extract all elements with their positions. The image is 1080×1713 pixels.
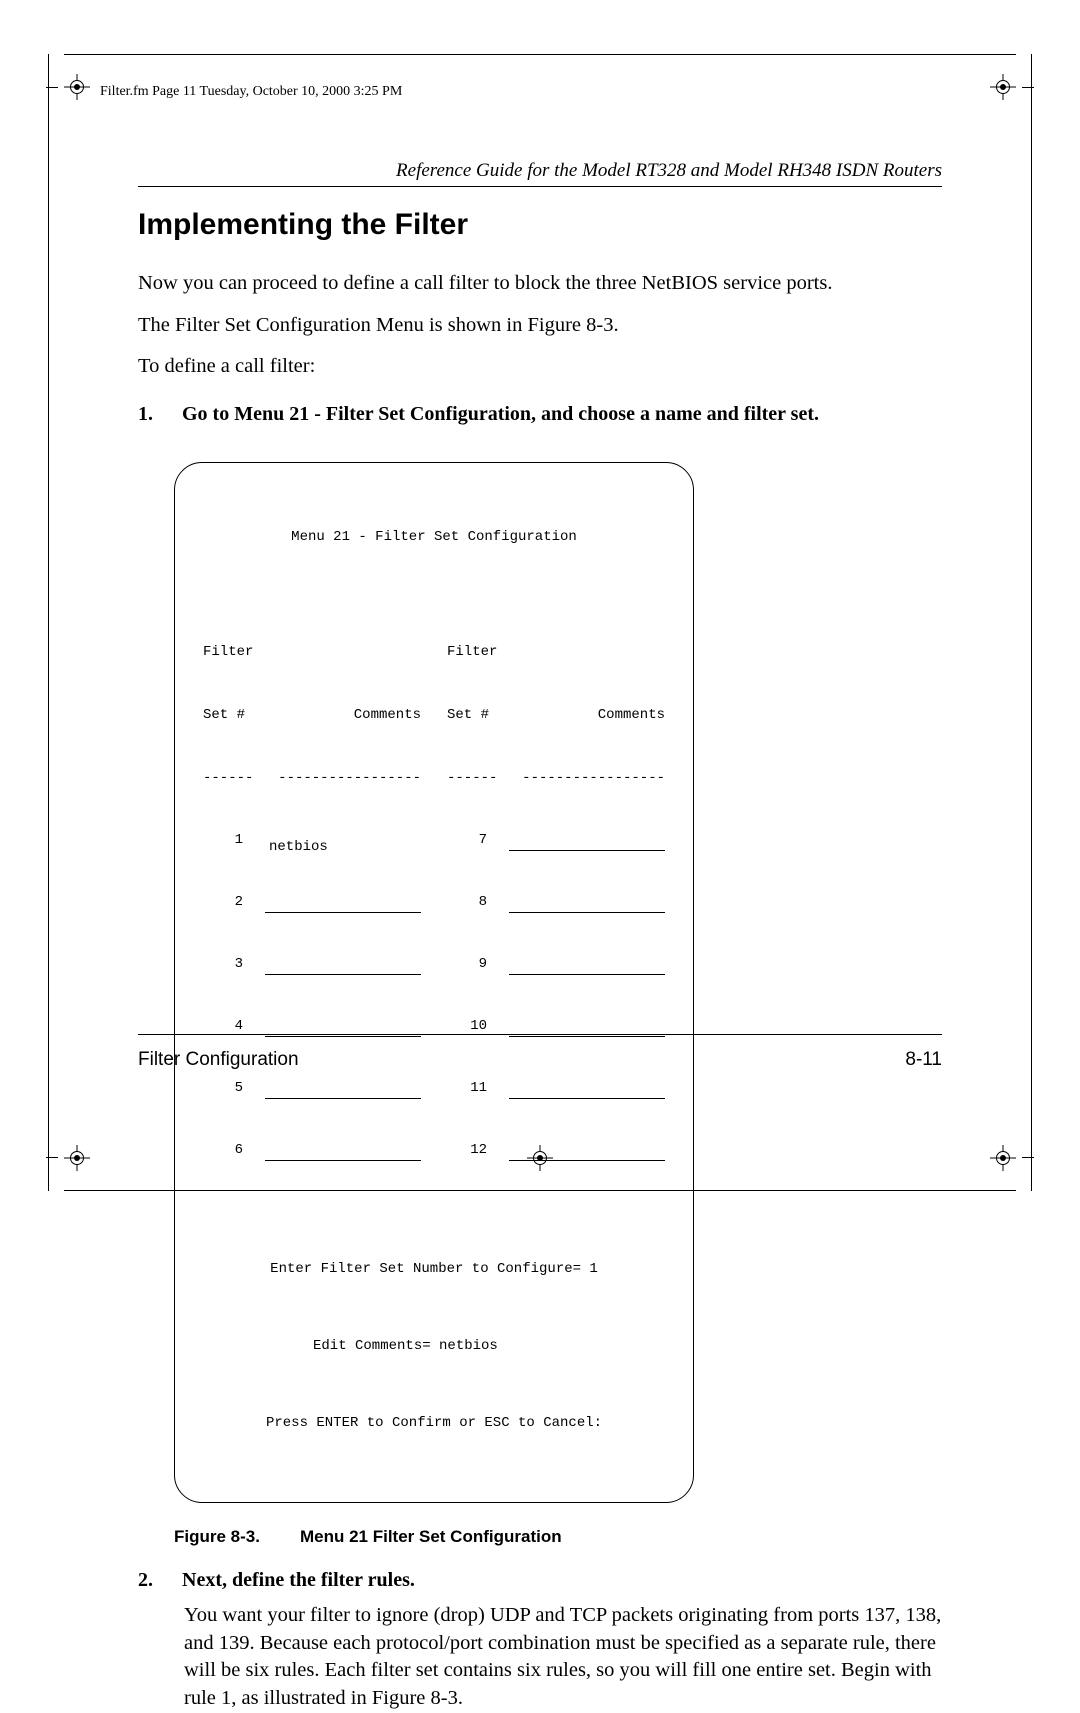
- row-value: [265, 899, 421, 913]
- col-subheader: Set # Comments: [447, 705, 665, 726]
- step-2: 2. Next, define the filter rules.: [138, 1569, 942, 1592]
- dash: ------: [203, 768, 253, 789]
- footer-section: Filter Configuration: [138, 1049, 299, 1071]
- row-index: 3: [203, 954, 243, 975]
- paragraph: Now you can proceed to define a call fil…: [138, 270, 942, 298]
- crop-line-top: [64, 54, 1016, 55]
- terminal-prompt: Enter Filter Set Number to Configure= 1: [203, 1259, 665, 1280]
- col-set-label: Set #: [447, 705, 489, 726]
- col-header: Filter: [203, 642, 421, 663]
- page: Filter.fm Page 11 Tuesday, October 10, 2…: [0, 0, 1080, 1397]
- terminal-col-right: Filter Set # Comments ------ -----------…: [447, 600, 665, 1203]
- crop-line-left: [48, 54, 49, 1191]
- row-value: [265, 1147, 421, 1161]
- row-value: [509, 837, 665, 851]
- terminal-prompt: Edit Comments= netbios: [203, 1336, 665, 1357]
- crop-tick-icon: [1022, 1157, 1034, 1158]
- footer-page: 8-11: [905, 1049, 942, 1071]
- col-dashes: ------ -----------------: [203, 768, 421, 789]
- row-index: 11: [447, 1078, 487, 1099]
- figure-title: Menu 21 Filter Set Configuration: [300, 1527, 562, 1547]
- step-text: Next, define the filter rules.: [182, 1569, 415, 1592]
- register-mark-icon: [64, 1145, 90, 1171]
- figure-8-3: Menu 21 - Filter Set Configuration Filte…: [174, 462, 694, 1547]
- dash: -----------------: [278, 768, 421, 789]
- row-index: 9: [447, 954, 487, 975]
- step-text: Go to Menu 21 - Filter Set Configuration…: [182, 403, 819, 426]
- terminal-title: Menu 21 - Filter Set Configuration: [203, 527, 665, 548]
- col-subheader: Set # Comments: [203, 705, 421, 726]
- register-mark-icon: [990, 74, 1016, 100]
- row-index: 7: [447, 830, 487, 851]
- row-value: [509, 1147, 665, 1161]
- crop-line-right: [1031, 54, 1032, 1191]
- terminal-prompt: Press ENTER to Confirm or ESC to Cancel:: [203, 1413, 665, 1434]
- row-value: [265, 961, 421, 975]
- body: Implementing the Filter Now you can proc…: [138, 200, 942, 1713]
- paragraph: To define a call filter:: [138, 353, 942, 381]
- dash: -----------------: [522, 768, 665, 789]
- col-header: Filter: [447, 642, 665, 663]
- row-index: 6: [203, 1140, 243, 1161]
- terminal-col-left: Filter Set # Comments ------ -----------…: [203, 600, 421, 1203]
- filter-row: 1 netbios: [203, 831, 421, 851]
- running-head-rule: [138, 186, 942, 187]
- figure-caption: Figure 8-3. Menu 21 Filter Set Configura…: [174, 1527, 694, 1547]
- footer: Filter Configuration 8-11: [138, 1049, 942, 1071]
- row-index: 5: [203, 1078, 243, 1099]
- step-number: 1.: [138, 403, 160, 426]
- row-index: 8: [447, 892, 487, 913]
- running-head: Reference Guide for the Model RT328 and …: [138, 160, 942, 182]
- filter-row: 2: [203, 893, 421, 913]
- col-comments-label: Comments: [354, 705, 421, 726]
- framemaker-header: Filter.fm Page 11 Tuesday, October 10, 2…: [100, 84, 402, 100]
- col-dashes: ------ -----------------: [447, 768, 665, 789]
- row-value: [509, 1085, 665, 1099]
- figure-label: Figure 8-3.: [174, 1527, 260, 1547]
- dash: ------: [447, 768, 497, 789]
- filter-row: 6: [203, 1141, 421, 1161]
- register-mark-icon: [990, 1145, 1016, 1171]
- row-value: netbios: [265, 837, 421, 851]
- terminal-box: Menu 21 - Filter Set Configuration Filte…: [174, 462, 694, 1503]
- row-value: [509, 961, 665, 975]
- filter-row: 12: [447, 1141, 665, 1161]
- filter-row: 11: [447, 1079, 665, 1099]
- filter-row: 7: [447, 831, 665, 851]
- crop-tick-icon: [46, 87, 58, 88]
- register-mark-icon: [64, 74, 90, 100]
- row-value: [509, 899, 665, 913]
- footer-rule: [138, 1034, 942, 1035]
- col-comments-label: Comments: [598, 705, 665, 726]
- step-1: 1. Go to Menu 21 - Filter Set Configurat…: [138, 403, 942, 426]
- row-index: 12: [447, 1140, 487, 1161]
- filter-row: 8: [447, 893, 665, 913]
- crop-tick-icon: [46, 1157, 58, 1158]
- filter-row: 9: [447, 955, 665, 975]
- paragraph: The Filter Set Configuration Menu is sho…: [138, 312, 942, 340]
- crop-tick-icon: [1022, 87, 1034, 88]
- row-index: 1: [203, 830, 243, 851]
- step-number: 2.: [138, 1569, 160, 1592]
- row-value: [265, 1085, 421, 1099]
- filter-row: 5: [203, 1079, 421, 1099]
- section-heading: Implementing the Filter: [138, 208, 942, 242]
- filter-row: 3: [203, 955, 421, 975]
- row-index: 2: [203, 892, 243, 913]
- col-set-label: Set #: [203, 705, 245, 726]
- terminal-columns: Filter Set # Comments ------ -----------…: [203, 600, 665, 1203]
- step-2-body: You want your filter to ignore (drop) UD…: [184, 1602, 942, 1713]
